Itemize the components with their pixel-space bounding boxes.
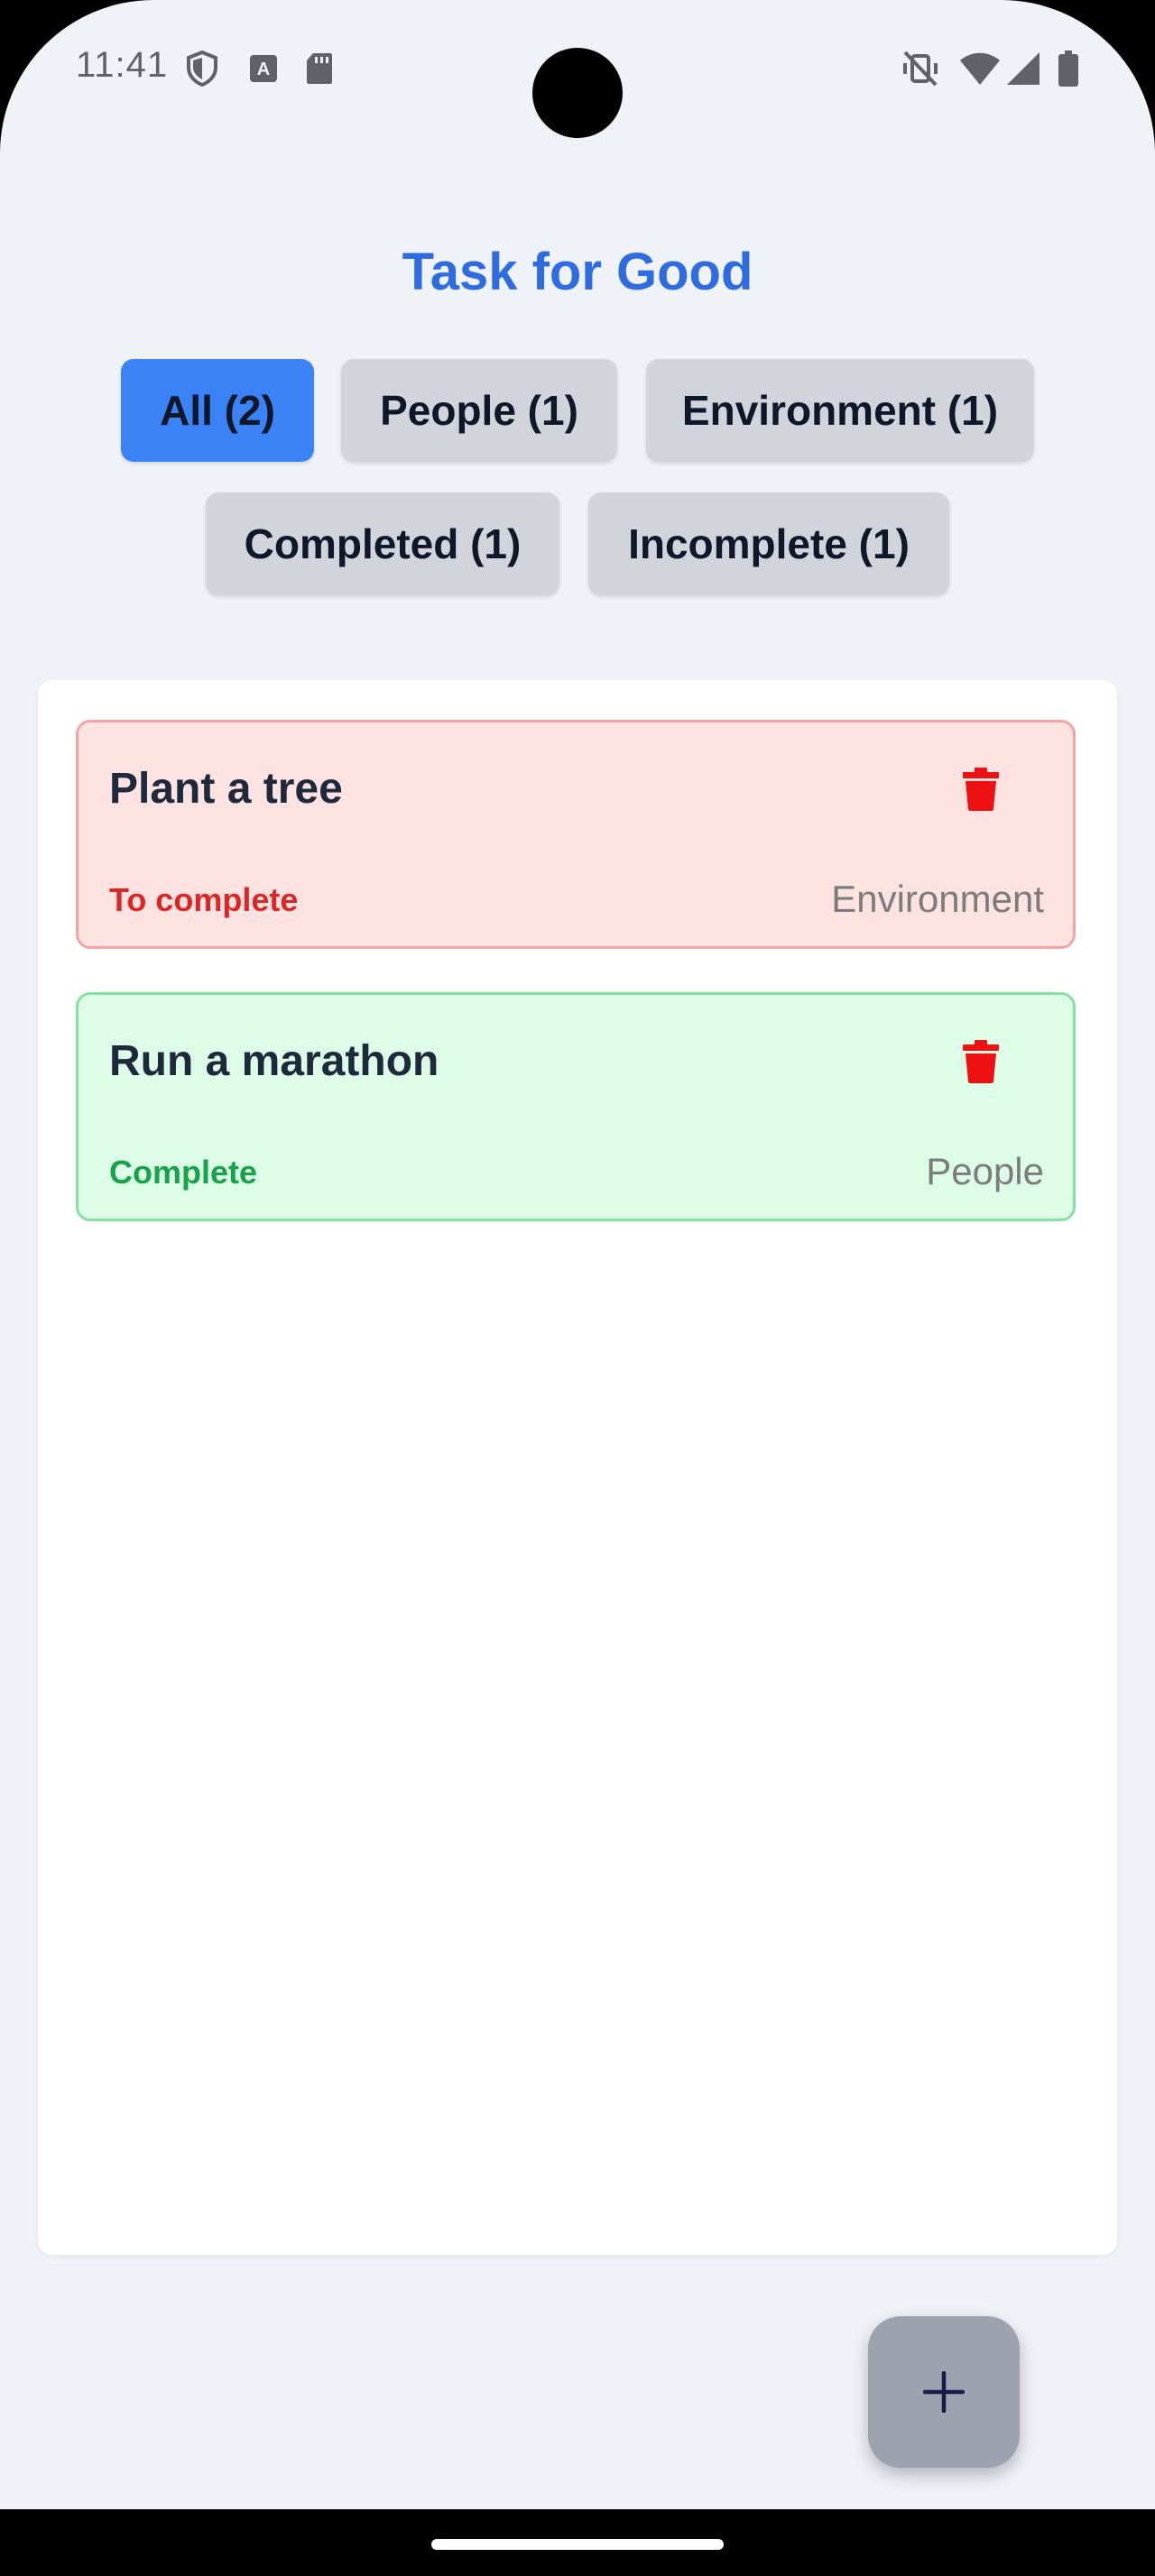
status-time: 11:41: [76, 45, 169, 85]
font-a-icon: A: [247, 51, 280, 87]
trash-icon: [963, 1040, 999, 1083]
filter-all[interactable]: All (2): [121, 359, 314, 462]
plus-icon: [923, 2371, 965, 2413]
task-card-run-a-marathon[interactable]: Run a marathon Complete People: [76, 992, 1076, 1221]
wifi-icon: [958, 51, 1002, 87]
app-title: Task for Good: [402, 243, 753, 301]
task-status: To complete: [109, 881, 299, 918]
status-bar: 11:41 A: [0, 0, 1155, 138]
task-category: People: [926, 1150, 1044, 1192]
filter-completed[interactable]: Completed (1): [206, 492, 559, 595]
app-screen: 11:41 A Task for Good All (2) People (1)…: [0, 0, 1155, 2509]
delete-button[interactable]: [954, 762, 1008, 816]
trash-icon: [963, 768, 999, 811]
shield-icon: [184, 51, 220, 87]
task-card-plant-a-tree[interactable]: Plant a tree To complete Environment: [76, 720, 1076, 949]
task-title: Run a marathon: [109, 1037, 439, 1085]
camera-cutout: [532, 48, 623, 138]
sd-card-icon: [303, 51, 336, 87]
gesture-nav-handle[interactable]: [431, 2539, 724, 2550]
task-status: Complete: [109, 1154, 258, 1191]
battery-icon: [1056, 51, 1081, 87]
task-title: Plant a tree: [109, 765, 343, 813]
task-category: Environment: [831, 878, 1044, 920]
filter-environment[interactable]: Environment (1): [646, 359, 1034, 462]
task-list: Plant a tree To complete Environment Run…: [38, 680, 1117, 2255]
add-task-button[interactable]: [868, 2316, 1020, 2468]
svg-text:A: A: [257, 60, 270, 79]
vibrate-off-icon: [901, 51, 940, 87]
filter-people[interactable]: People (1): [341, 359, 617, 462]
delete-button[interactable]: [954, 1035, 1008, 1089]
filter-incomplete[interactable]: Incomplete (1): [588, 492, 949, 595]
signal-icon: [1005, 51, 1041, 87]
